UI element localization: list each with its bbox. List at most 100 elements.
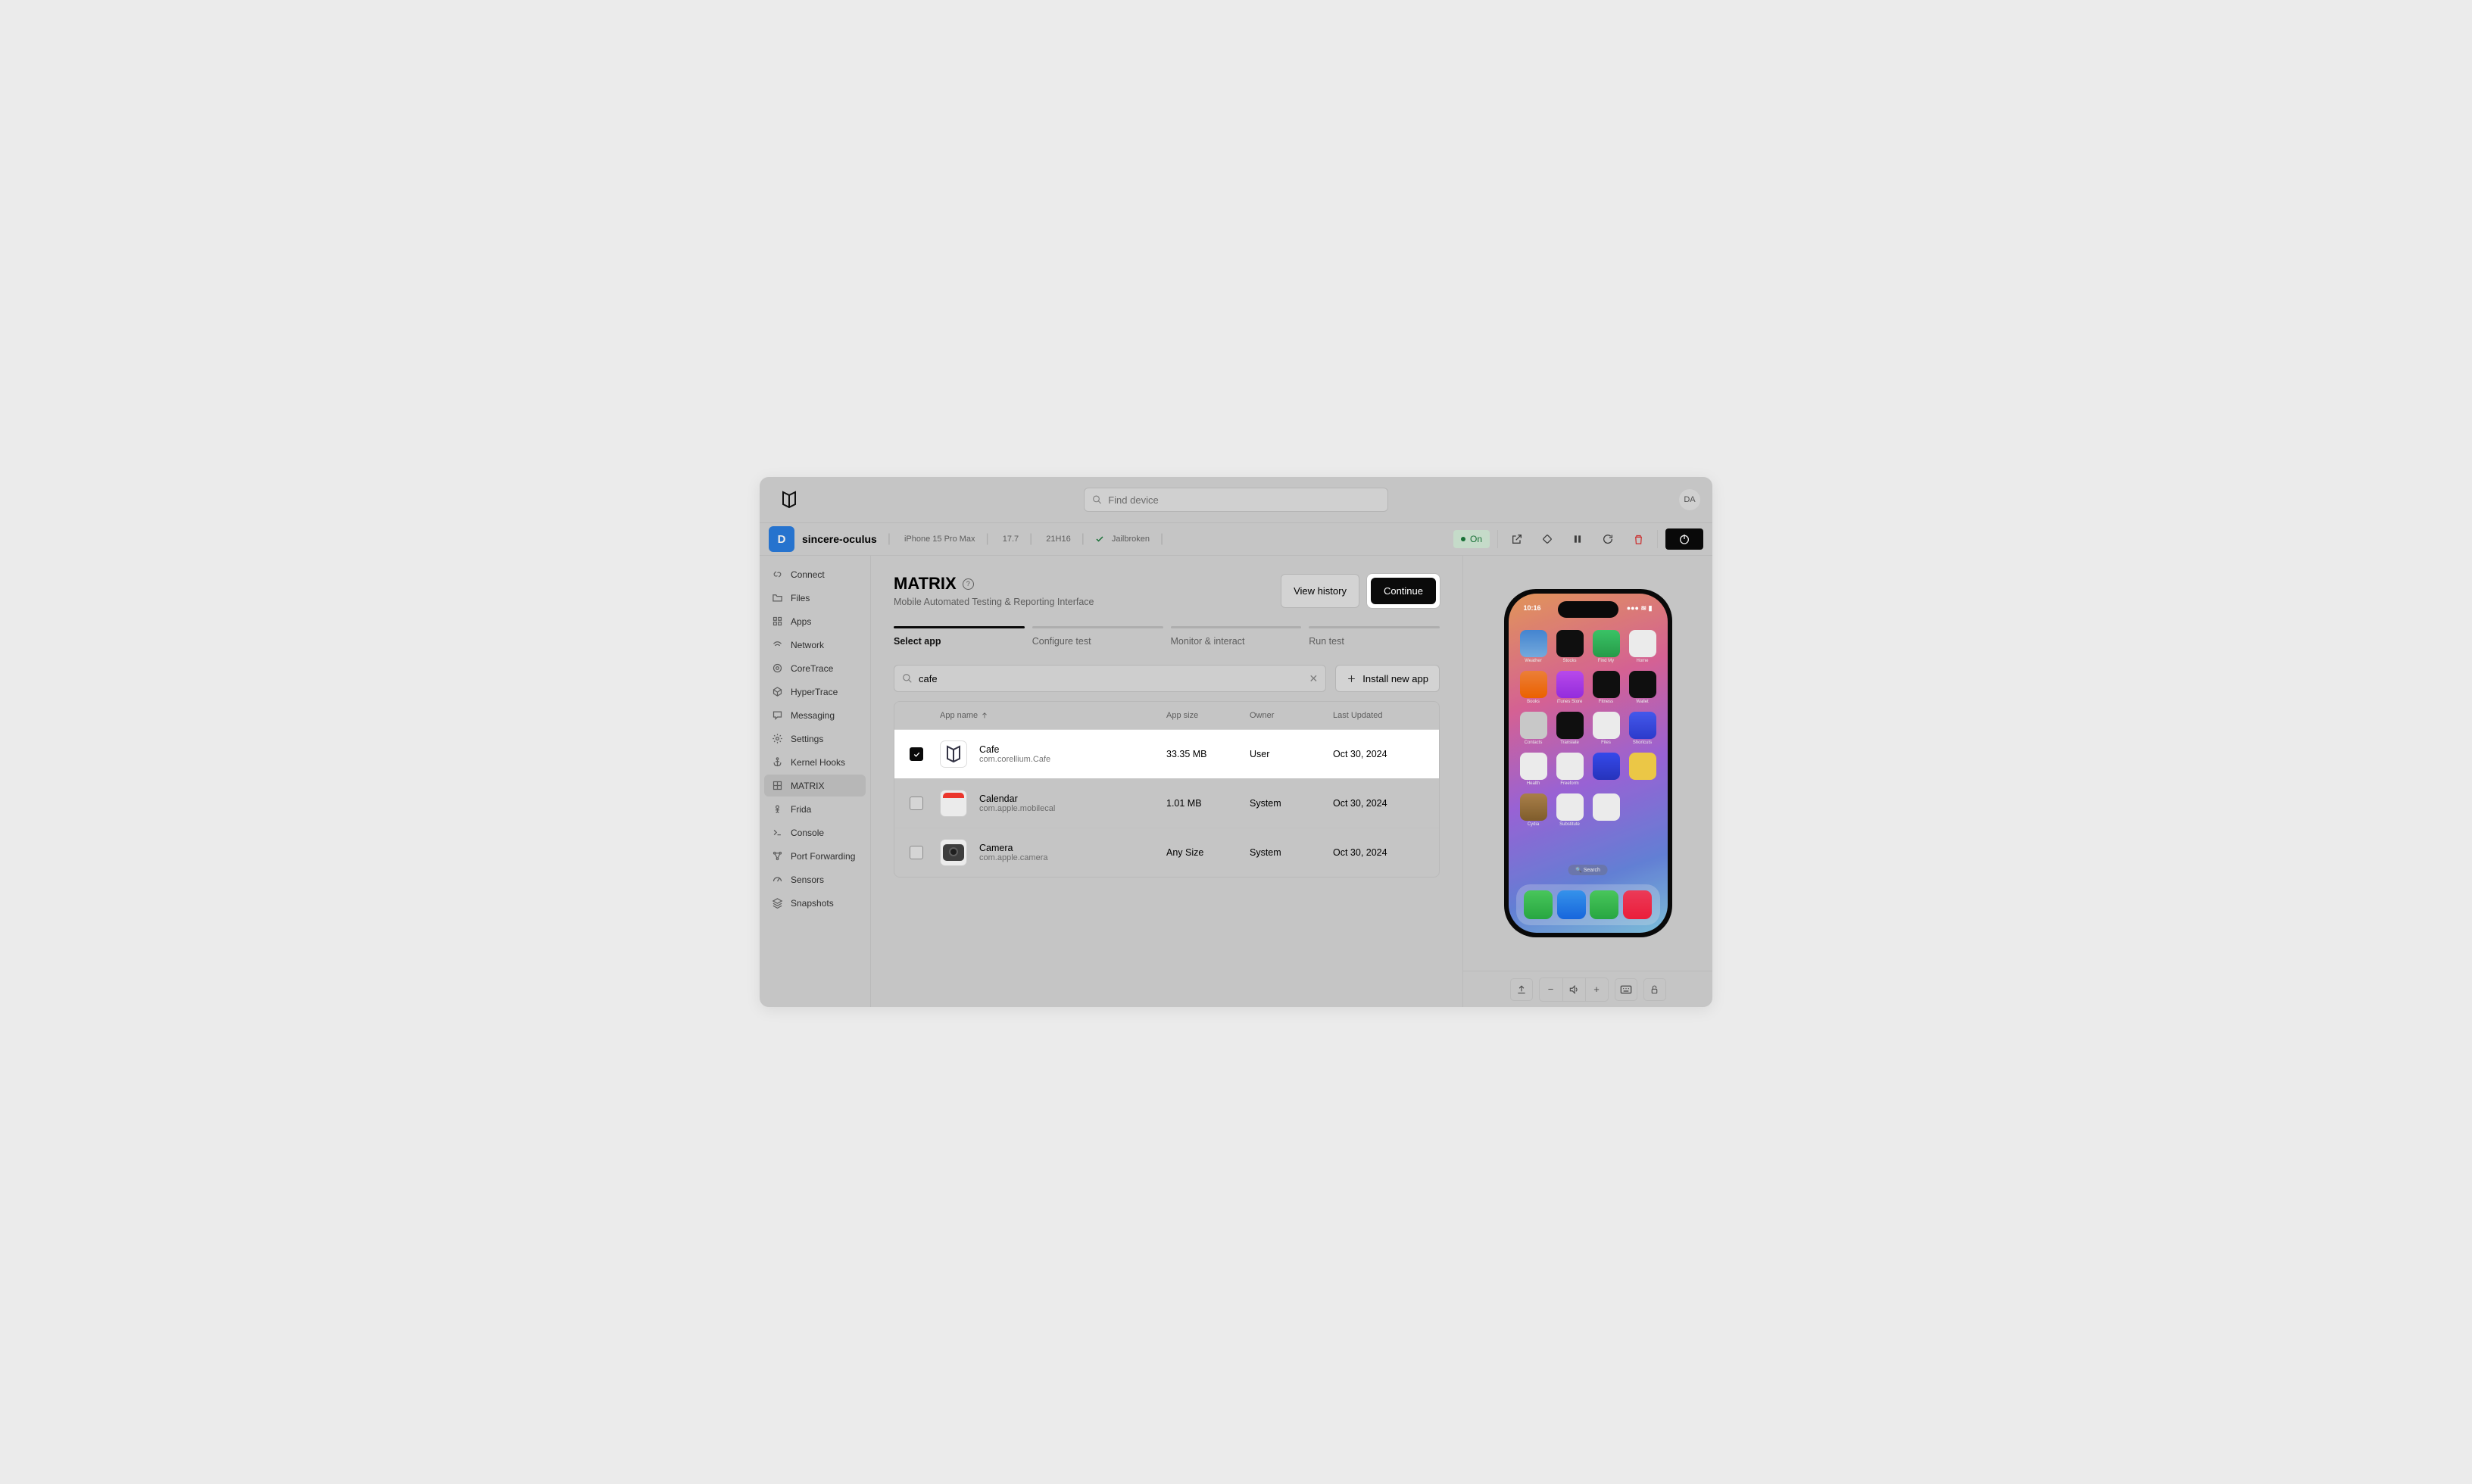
step-select-app[interactable]: Select app [894, 626, 1025, 647]
volume-up-button[interactable]: + [1585, 978, 1608, 1001]
dock-app[interactable] [1590, 890, 1618, 919]
step-configure-test[interactable]: Configure test [1032, 626, 1163, 647]
phone-app-cydia[interactable]: Cydia [1518, 793, 1550, 827]
phone-app-blank[interactable] [1627, 753, 1659, 786]
volume-down-button[interactable]: − [1540, 978, 1562, 1001]
phone-app-contacts[interactable]: Contacts [1518, 712, 1550, 745]
pause-button[interactable] [1566, 528, 1589, 550]
cube-icon [772, 686, 783, 697]
continue-button[interactable]: Continue [1371, 578, 1436, 604]
column-owner[interactable]: Owner [1250, 711, 1333, 720]
dock-app[interactable] [1524, 890, 1553, 919]
sidebar-item-files[interactable]: Files [764, 587, 866, 609]
phone-app-wallet[interactable]: Wallet [1627, 671, 1659, 704]
sidebar-item-network[interactable]: Network [764, 634, 866, 656]
refresh-button[interactable] [1596, 528, 1619, 550]
phone-app-files[interactable]: Files [1590, 712, 1622, 745]
sidebar-item-hypertrace[interactable]: HyperTrace [764, 681, 866, 703]
phone-app-blank[interactable] [1590, 753, 1622, 786]
sidebar-item-connect[interactable]: Connect [764, 563, 866, 585]
upload-button[interactable] [1510, 978, 1533, 1001]
plus-icon [1347, 674, 1356, 684]
dock-app[interactable] [1623, 890, 1652, 919]
sidebar-item-label: Port Forwarding [791, 851, 855, 862]
app-bundle-id: com.corellium.Cafe [979, 755, 1050, 764]
phone-app-books[interactable]: Books [1518, 671, 1550, 704]
mute-button[interactable] [1562, 978, 1585, 1001]
main-content: MATRIX ? Mobile Automated Testing & Repo… [871, 556, 1462, 1007]
sidebar-item-frida[interactable]: Frida [764, 798, 866, 820]
phone-app-stocks[interactable]: Stocks [1554, 630, 1586, 663]
sidebar-item-coretrace[interactable]: CoreTrace [764, 657, 866, 679]
power-button[interactable] [1665, 528, 1703, 550]
device-search-input[interactable] [1084, 488, 1388, 512]
sidebar-item-label: Settings [791, 734, 823, 744]
step-label: Run test [1309, 636, 1440, 647]
phone-app-shortcuts[interactable]: Shortcuts [1627, 712, 1659, 745]
row-checkbox[interactable] [910, 747, 923, 761]
delete-button[interactable] [1627, 528, 1650, 550]
phone-app-translate[interactable]: Translate [1554, 712, 1586, 745]
app-updated: Oct 30, 2024 [1333, 749, 1424, 759]
sidebar-item-console[interactable]: Console [764, 822, 866, 843]
terminal-icon [772, 827, 783, 838]
sidebar-item-port-forwarding[interactable]: Port Forwarding [764, 845, 866, 867]
sidebar-item-label: Sensors [791, 874, 824, 885]
dock-app[interactable] [1557, 890, 1586, 919]
phone-app-home[interactable]: Home [1627, 630, 1659, 663]
nodes-icon [772, 850, 783, 862]
device-model: iPhone 15 Pro Max [904, 535, 975, 544]
phone-search-pill[interactable]: 🔍 Search [1568, 865, 1608, 875]
column-app-size[interactable]: App size [1166, 711, 1250, 720]
sort-asc-icon [981, 712, 988, 719]
sidebar-item-label: Connect [791, 569, 825, 580]
phone-app-weather[interactable]: Weather [1518, 630, 1550, 663]
row-checkbox[interactable] [910, 846, 923, 859]
device-toolbar: − + [1463, 971, 1712, 1007]
device-initial-badge: D [769, 526, 794, 552]
sidebar-item-kernel-hooks[interactable]: Kernel Hooks [764, 751, 866, 773]
avatar[interactable]: DA [1679, 489, 1700, 510]
phone-app-blank[interactable] [1590, 793, 1622, 827]
phone-app-itunes-store[interactable]: iTunes Store [1554, 671, 1586, 704]
phone-app-find-my[interactable]: Find My [1590, 630, 1622, 663]
sidebar-item-messaging[interactable]: Messaging [764, 704, 866, 726]
step-monitor-&-interact[interactable]: Monitor & interact [1171, 626, 1302, 647]
sidebar-item-sensors[interactable]: Sensors [764, 868, 866, 890]
rotate-button[interactable] [1536, 528, 1559, 550]
app-owner: System [1250, 798, 1333, 809]
phone-screen[interactable]: 10:16 ●●● ≋ ▮ WeatherStocksFind MyHomeBo… [1509, 594, 1668, 933]
app-bundle-id: com.apple.camera [979, 853, 1048, 862]
column-app-name[interactable]: App name [940, 711, 1166, 720]
sidebar-item-matrix[interactable]: MATRIX [764, 775, 866, 797]
sidebar-item-apps[interactable]: Apps [764, 610, 866, 632]
gauge-icon [772, 874, 783, 885]
app-owner: System [1250, 847, 1333, 858]
lock-button[interactable] [1643, 978, 1666, 1001]
open-external-button[interactable] [1506, 528, 1528, 550]
table-row[interactable]: Cafecom.corellium.Cafe33.35 MBUserOct 30… [894, 729, 1439, 778]
phone-time: 10:16 [1524, 604, 1541, 613]
phone-app-freeform[interactable]: Freeform [1554, 753, 1586, 786]
app-name: Camera [979, 843, 1048, 853]
frida-icon [772, 803, 783, 815]
column-last-updated[interactable]: Last Updated [1333, 711, 1424, 720]
view-history-button[interactable]: View history [1281, 574, 1359, 608]
keyboard-button[interactable] [1615, 978, 1637, 1001]
row-checkbox[interactable] [910, 797, 923, 810]
search-icon [902, 673, 913, 684]
clear-search-button[interactable]: ✕ [1309, 672, 1319, 685]
step-run-test[interactable]: Run test [1309, 626, 1440, 647]
wifi-icon [772, 639, 783, 650]
sidebar-item-settings[interactable]: Settings [764, 728, 866, 750]
phone-app-health[interactable]: Health [1518, 753, 1550, 786]
help-icon[interactable]: ? [963, 578, 974, 590]
app-search-input[interactable]: ✕ [894, 665, 1326, 692]
install-new-app-button[interactable]: Install new app [1335, 665, 1440, 692]
sidebar-item-label: Apps [791, 616, 811, 627]
phone-app-substitute[interactable]: Substitute [1554, 793, 1586, 827]
table-row[interactable]: Calendarcom.apple.mobilecal1.01 MBSystem… [894, 778, 1439, 828]
phone-app-fitness[interactable]: Fitness [1590, 671, 1622, 704]
sidebar-item-snapshots[interactable]: Snapshots [764, 892, 866, 914]
table-row[interactable]: Cameracom.apple.cameraAny SizeSystemOct … [894, 828, 1439, 877]
